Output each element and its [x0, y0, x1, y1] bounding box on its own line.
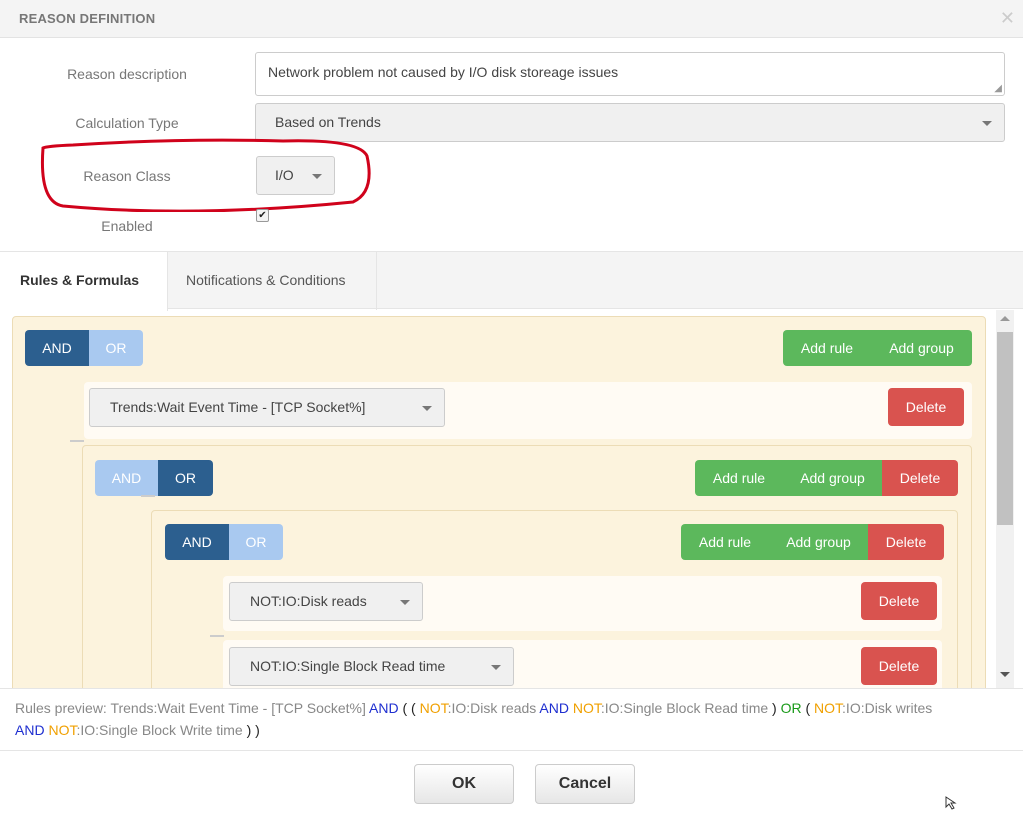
annotation-ellipse — [40, 138, 371, 212]
ok-button[interactable]: OK — [414, 764, 514, 804]
delete-button[interactable]: Delete — [868, 524, 944, 560]
dialog-header: REASON DEFINITION ✕ — [0, 0, 1023, 38]
chevron-down-icon — [400, 600, 410, 605]
delete-button[interactable]: Delete — [888, 388, 964, 426]
check-icon: ✔ — [258, 210, 267, 221]
or-button[interactable]: OR — [158, 460, 213, 496]
preview-not: NOT — [814, 700, 843, 716]
scroll-up-icon[interactable] — [1000, 316, 1010, 321]
preview-text: :IO:Single Block Write time — [76, 722, 247, 738]
reason-description-label: Reason description — [67, 66, 187, 82]
resize-handle-icon[interactable]: ◢ — [994, 83, 1002, 94]
preview-text: Rules preview: Trends:Wait Event Time - … — [15, 700, 370, 716]
rule-value: NOT:IO:Disk reads — [250, 593, 367, 609]
rule-select[interactable]: Trends:Wait Event Time - [TCP Socket%] — [89, 388, 445, 427]
chevron-down-icon — [982, 121, 992, 126]
tab-notifications-conditions[interactable]: Notifications & Conditions — [168, 252, 377, 310]
delete-button[interactable]: Delete — [882, 460, 958, 496]
preview-paren: ( ( — [398, 700, 420, 716]
or-button[interactable]: OR — [89, 330, 143, 366]
or-button[interactable]: OR — [229, 524, 283, 560]
preview-paren: ) — [772, 700, 781, 716]
enabled-label: Enabled — [101, 218, 153, 234]
rules-builder: AND OR Add rule Add group Trends:Wait Ev… — [0, 310, 1023, 688]
rules-preview: Rules preview: Trends:Wait Event Time - … — [0, 688, 1023, 751]
preview-operator: OR — [780, 700, 802, 716]
close-icon[interactable]: ✕ — [1000, 8, 1015, 29]
delete-button[interactable]: Delete — [861, 582, 937, 620]
preview-operator: AND — [369, 700, 399, 716]
preview-operator: AND — [15, 722, 45, 738]
scrollbar-thumb[interactable] — [997, 332, 1013, 525]
scrollbar[interactable] — [996, 310, 1014, 688]
rule-value: Trends:Wait Event Time - [TCP Socket%] — [110, 399, 366, 415]
tab-rules-formulas[interactable]: Rules & Formulas — [0, 252, 168, 311]
preview-text: :IO:Single Block Read time — [600, 700, 773, 716]
calculation-type-value: Based on Trends — [275, 114, 381, 130]
add-group-button[interactable]: Add group — [783, 460, 882, 496]
enabled-checkbox[interactable]: ✔ — [256, 209, 269, 222]
add-group-button[interactable]: Add group — [871, 330, 972, 366]
rule-select[interactable]: NOT:IO:Single Block Read time — [229, 647, 514, 686]
tab-bar: Rules & Formulas Notifications & Conditi… — [0, 251, 1023, 311]
reason-description-value: Network problem not caused by I/O disk s… — [268, 64, 619, 80]
add-rule-button[interactable]: Add rule — [783, 330, 871, 366]
and-button[interactable]: AND — [25, 330, 89, 366]
preview-not: NOT — [48, 722, 77, 738]
reason-description-field[interactable]: Network problem not caused by I/O disk s… — [255, 52, 1005, 96]
preview-operator: AND — [539, 700, 569, 716]
tree-connector — [141, 495, 155, 497]
tab-label: Rules & Formulas — [20, 272, 140, 288]
dialog-title: REASON DEFINITION — [19, 11, 156, 26]
cancel-button[interactable]: Cancel — [535, 764, 635, 804]
add-group-button[interactable]: Add group — [769, 524, 868, 560]
chevron-down-icon — [422, 406, 432, 411]
chevron-down-icon — [491, 665, 501, 670]
preview-text: :IO:Disk reads — [447, 700, 540, 716]
scroll-down-icon[interactable] — [1000, 672, 1010, 677]
and-button[interactable]: AND — [165, 524, 229, 560]
rule-value: NOT:IO:Single Block Read time — [250, 658, 446, 674]
add-rule-button[interactable]: Add rule — [695, 460, 783, 496]
preview-paren: ( — [801, 700, 815, 716]
preview-text: :IO:Disk writes — [842, 700, 933, 716]
preview-not: NOT — [419, 700, 448, 716]
and-button[interactable]: AND — [95, 460, 158, 496]
preview-paren: ) ) — [246, 722, 260, 738]
preview-not: NOT — [572, 700, 601, 716]
rule-select[interactable]: NOT:IO:Disk reads — [229, 582, 423, 621]
add-rule-button[interactable]: Add rule — [681, 524, 769, 560]
tree-connector — [70, 440, 84, 442]
delete-button[interactable]: Delete — [861, 647, 937, 685]
tree-connector — [210, 635, 224, 637]
mouse-cursor-icon — [945, 796, 957, 810]
tab-label: Notifications & Conditions — [186, 272, 346, 288]
calculation-type-label: Calculation Type — [75, 115, 179, 131]
